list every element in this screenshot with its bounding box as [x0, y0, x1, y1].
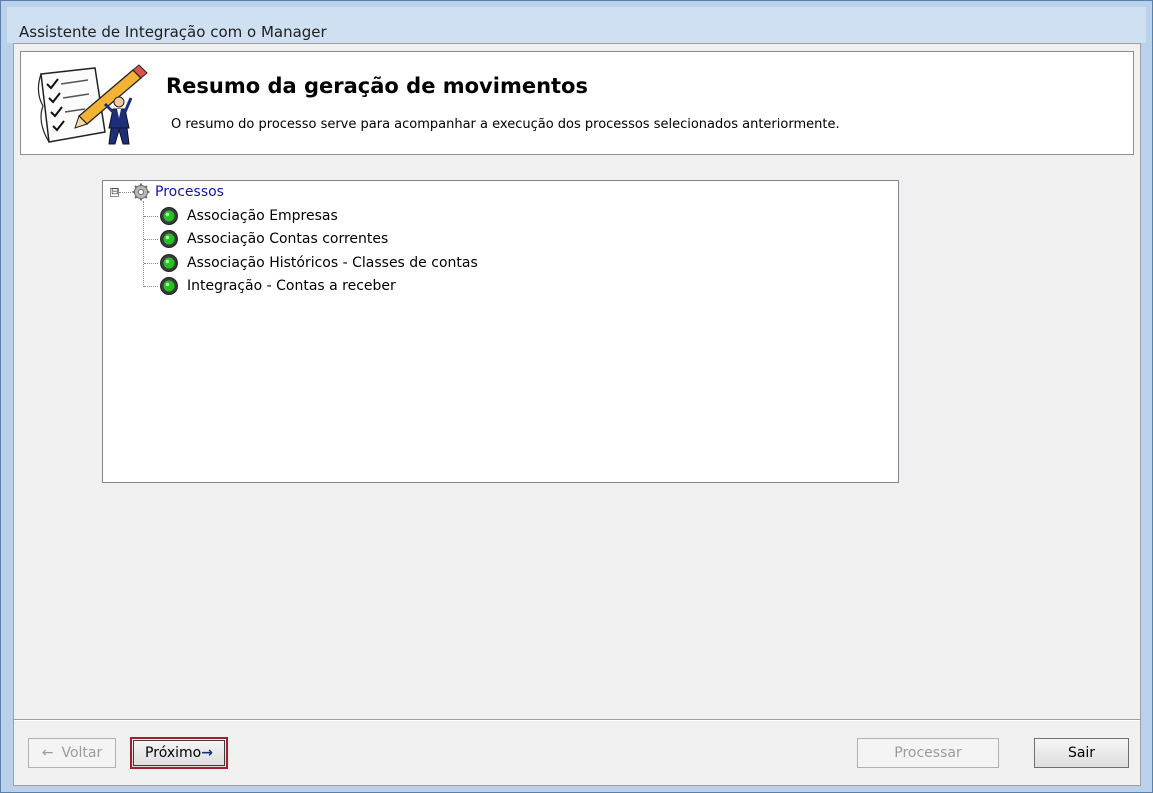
exit-button-label: Sair: [1067, 745, 1096, 761]
tree-item-label: Associação Empresas: [187, 208, 338, 224]
back-button-label: Voltar: [61, 745, 103, 761]
process-tree[interactable]: ⊟ Processos Associação Empresas Associaç…: [102, 180, 899, 483]
tree-item-label: Associação Históricos - Classes de conta…: [187, 255, 478, 271]
back-button[interactable]: ← Voltar: [28, 738, 116, 768]
green-status-icon: [160, 207, 178, 225]
wizard-header: Resumo da geração de movimentos O resumo…: [20, 51, 1134, 155]
collapse-icon[interactable]: ⊟: [110, 188, 119, 197]
arrow-left-icon: ←: [41, 745, 54, 761]
next-button-label: Próximo: [145, 745, 202, 761]
tree-root-processos[interactable]: Processos: [132, 181, 224, 203]
tree-item[interactable]: Associação Contas correntes: [159, 228, 388, 250]
process-button-label: Processar: [894, 745, 962, 761]
window-title: Assistente de Integração com o Manager: [19, 23, 327, 41]
checklist-writer-icon: [37, 64, 148, 145]
button-bar-divider: [14, 719, 1140, 721]
page-description: O resumo do processo serve para acompanh…: [171, 117, 840, 132]
tree-item-label: Integração - Contas a receber: [187, 278, 396, 294]
wizard-client-area: Resumo da geração de movimentos O resumo…: [13, 43, 1141, 786]
exit-button[interactable]: Sair: [1034, 738, 1129, 768]
arrow-right-icon: →: [201, 745, 213, 761]
gear-icon: [132, 183, 150, 201]
wizard-window: Assistente de Integração com o Manager R…: [0, 0, 1153, 793]
green-status-icon: [160, 230, 178, 248]
tree-root-label: Processos: [155, 184, 224, 200]
tree-connector-line: [143, 201, 144, 287]
green-status-icon: [160, 254, 178, 272]
next-button[interactable]: Próximo →: [130, 737, 228, 769]
tree-item[interactable]: Integração - Contas a receber: [159, 275, 396, 297]
tree-connector-line: [144, 286, 158, 287]
process-button[interactable]: Processar: [857, 738, 999, 768]
tree-item[interactable]: Associação Históricos - Classes de conta…: [159, 252, 478, 274]
tree-item[interactable]: Associação Empresas: [159, 205, 338, 227]
green-status-icon: [160, 277, 178, 295]
page-title: Resumo da geração de movimentos: [166, 74, 588, 98]
tree-connector-line: [144, 263, 158, 264]
tree-connector-line: [144, 239, 158, 240]
tree-item-label: Associação Contas correntes: [187, 231, 389, 247]
tree-connector-line: [119, 192, 131, 193]
tree-connector-line: [144, 216, 158, 217]
title-bar[interactable]: Assistente de Integração com o Manager: [7, 7, 1146, 43]
